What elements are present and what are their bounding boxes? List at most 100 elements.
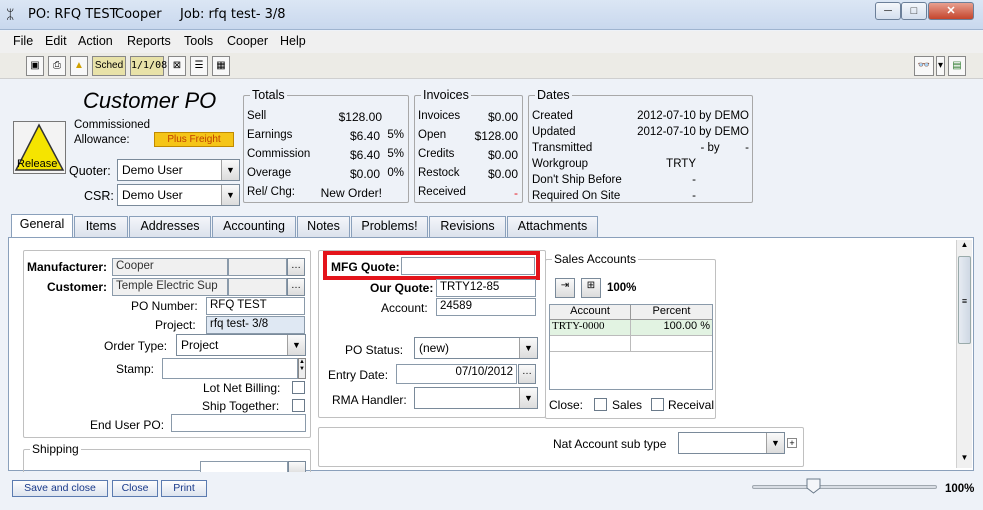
print-icon[interactable]: ⎙ [48, 56, 66, 76]
sa-col-percent: Percent [631, 305, 712, 320]
list-icon[interactable]: ☰ [190, 56, 208, 76]
sa-empty-cell[interactable] [631, 336, 712, 352]
menu-file[interactable]: File [13, 34, 33, 48]
release-icon[interactable]: ▲ [70, 56, 88, 76]
rma-handler-label: RMA Handler: [332, 393, 407, 407]
tab-revisions[interactable]: Revisions [429, 216, 506, 237]
invoices-row-amount: - [514, 186, 518, 200]
dropdown-icon[interactable]: ▾ [936, 56, 945, 76]
minimize-button[interactable]: ─ [875, 2, 901, 20]
sched-button[interactable]: Sched [92, 56, 126, 76]
totals-row-amount: $6.40 [349, 129, 380, 143]
totals-row-pct: 5% [387, 129, 404, 141]
tab-items[interactable]: Items [74, 216, 128, 237]
manufacturer-browse-button[interactable]: … [287, 258, 305, 276]
order-type-select[interactable]: Project ▼ [176, 334, 306, 356]
close-sales-checkbox[interactable] [594, 398, 607, 411]
tab-addresses[interactable]: Addresses [129, 216, 211, 237]
release-button[interactable]: Release [13, 121, 66, 174]
allowance-label: Allowance: [74, 134, 130, 146]
table-icon[interactable]: ▦ [212, 56, 230, 76]
menu-reports[interactable]: Reports [127, 34, 171, 48]
menu-edit[interactable]: Edit [45, 34, 67, 48]
dates-row-label: Transmitted [532, 142, 593, 154]
customer-extra-field[interactable] [228, 278, 287, 296]
end-user-po-field[interactable] [171, 414, 306, 432]
quoter-select[interactable]: Demo User ▼ [117, 159, 240, 181]
tab-attachments[interactable]: Attachments [507, 216, 598, 237]
entry-date-picker-button[interactable]: … [518, 364, 536, 384]
app-icon: ᛯ [6, 6, 15, 22]
entry-date-label: Entry Date: [328, 368, 389, 382]
po-number-field[interactable]: RFQ TEST [206, 297, 305, 315]
calc-icon[interactable]: ▤ [948, 56, 966, 76]
lot-net-billing-label: Lot Net Billing: [203, 381, 281, 395]
manufacturer-extra-field[interactable] [228, 258, 287, 276]
tab-notes[interactable]: Notes [297, 216, 350, 237]
close-receival-checkbox[interactable] [651, 398, 664, 411]
our-quote-label: Our Quote: [370, 281, 434, 295]
zoom-level: 100% [945, 483, 975, 495]
mfg-quote-field[interactable] [401, 257, 535, 275]
binoculars-icon[interactable]: 👓 [914, 56, 934, 76]
split-account-icon[interactable]: ⊞ [581, 278, 601, 298]
grid-x-icon[interactable]: ⊠ [168, 56, 186, 76]
totals-legend: Totals [250, 88, 287, 102]
add-account-icon[interactable]: ⇥ [555, 278, 575, 298]
our-quote-field[interactable]: TRTY12-85 [436, 279, 536, 297]
customer-field[interactable]: Temple Electric Sup [112, 278, 228, 296]
dates-row-value: - by - [700, 142, 749, 154]
vertical-scrollbar[interactable]: ▲ ≡ ▼ [956, 240, 972, 468]
lot-net-billing-checkbox[interactable] [292, 381, 305, 394]
print-button[interactable]: Print [161, 480, 207, 497]
manufacturer-field[interactable]: Cooper [112, 258, 228, 276]
zoom-slider-track[interactable] [752, 485, 937, 489]
menu-tools[interactable]: Tools [184, 34, 213, 48]
title-bar: ᛯ PO: RFQ TEST Cooper Job: rfq test- 3/8… [0, 0, 983, 30]
sa-row-percent[interactable]: 100.00 % [631, 320, 712, 336]
window-title-job: Job: rfq test- 3/8 [180, 7, 286, 22]
tab-accounting[interactable]: Accounting [212, 216, 296, 237]
nat-account-add-icon[interactable]: + [787, 438, 797, 448]
close-button[interactable]: Close [112, 480, 158, 497]
chevron-down-icon: ▼ [766, 433, 784, 453]
tab-general[interactable]: General [11, 214, 73, 238]
scroll-down-icon[interactable]: ▼ [957, 453, 972, 467]
general-panel: Manufacturer: Cooper … Customer: Temple … [8, 237, 974, 479]
account-field[interactable]: 24589 [436, 298, 536, 316]
save-and-close-button[interactable]: Save and close [12, 480, 108, 497]
menu-action[interactable]: Action [78, 34, 113, 48]
close-window-button[interactable]: ✕ [928, 2, 974, 20]
invoices-row-label: Restock [418, 167, 460, 179]
totals-row-amount: New Order! [320, 186, 382, 200]
nat-account-select[interactable]: ▼ [678, 432, 785, 454]
sales-accounts-legend: Sales Accounts [552, 252, 639, 266]
menu-cooper[interactable]: Cooper [227, 34, 268, 48]
dates-row-label: Updated [532, 126, 576, 138]
stamp-field[interactable] [162, 358, 298, 379]
sa-col-account: Account [550, 305, 631, 320]
sa-row-account[interactable]: TRTY-0000 [550, 320, 631, 336]
rma-handler-select[interactable]: ▼ [414, 387, 538, 409]
zoom-slider-thumb[interactable] [806, 478, 821, 494]
maximize-button[interactable]: □ [901, 2, 927, 20]
scroll-thumb[interactable]: ≡ [958, 256, 971, 344]
save-icon[interactable]: ▣ [26, 56, 44, 76]
customer-browse-button[interactable]: … [287, 278, 305, 296]
po-status-select[interactable]: (new) ▼ [414, 337, 538, 359]
scroll-up-icon[interactable]: ▲ [957, 240, 972, 254]
invoices-row-amount: $128.00 [474, 129, 518, 143]
tab-problems[interactable]: Problems! [351, 216, 428, 237]
project-field[interactable]: rfq test- 3/8 [206, 316, 305, 334]
entry-date-field[interactable]: 07/10/2012 [396, 364, 517, 384]
csr-label: CSR: [84, 189, 114, 203]
nat-account-label: Nat Account sub type [553, 437, 667, 451]
date-button[interactable]: 1/1/08 [130, 56, 167, 76]
menu-help[interactable]: Help [280, 34, 306, 48]
dates-row-label: Created [532, 110, 573, 122]
csr-select[interactable]: Demo User ▼ [117, 184, 240, 206]
dates-row-label: Required On Site [532, 190, 621, 202]
sa-empty-cell[interactable] [550, 336, 631, 352]
stamp-spinner[interactable]: ▲ ▼ [298, 358, 306, 379]
ship-together-checkbox[interactable] [292, 399, 305, 412]
